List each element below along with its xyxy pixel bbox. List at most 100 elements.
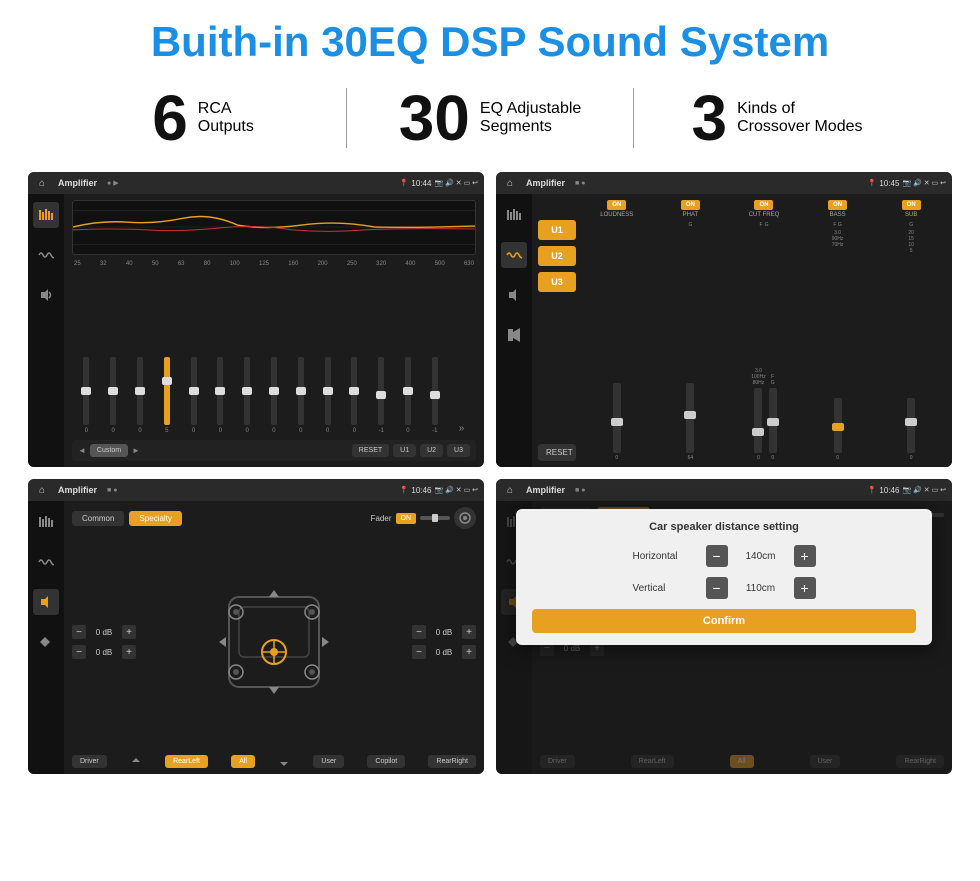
fader-btn-user[interactable]: User bbox=[313, 755, 344, 768]
stats-row: 6 RCA Outputs 30 EQ Adjustable Segments … bbox=[0, 76, 980, 164]
home-icon[interactable]: ⌂ bbox=[34, 175, 50, 191]
vertical-minus-btn[interactable]: − bbox=[706, 577, 728, 599]
spk-ctrl-br: − 0 dB + bbox=[412, 645, 476, 659]
distance-status-icons: 📍 10:46 📷 🔊 ✕ ▭ ↩ bbox=[868, 486, 946, 495]
eq-sidebar-volume-icon[interactable] bbox=[33, 282, 59, 308]
eq-graph bbox=[72, 200, 476, 255]
vertical-plus-btn[interactable]: + bbox=[794, 577, 816, 599]
crossover-u1-btn[interactable]: U1 bbox=[538, 220, 576, 240]
screen-distance: ⌂ Amplifier ■ ● 📍 10:46 📷 🔊 ✕ ▭ ↩ bbox=[496, 479, 952, 774]
crossover-main-panel: U1 U2 U3 RESET ON LOUDNESS bbox=[532, 194, 952, 467]
crossover-home-icon[interactable]: ⌂ bbox=[502, 175, 518, 191]
stat-rca-number: 6 bbox=[152, 86, 188, 150]
eq-slider-10: 0 bbox=[342, 357, 367, 434]
fader-bottom-btns: Driver RearLeft All User Copilot RearRig… bbox=[72, 755, 476, 768]
eq-prev-arrow[interactable]: ◄ bbox=[78, 446, 86, 455]
eq-u3-btn[interactable]: U3 bbox=[447, 444, 470, 457]
spk-minus-br[interactable]: − bbox=[412, 645, 426, 659]
spk-plus-tl[interactable]: + bbox=[122, 625, 136, 639]
fader-right-controls: − 0 dB + − 0 dB + bbox=[412, 625, 476, 659]
fader-home-icon[interactable]: ⌂ bbox=[34, 482, 50, 498]
ch-cutfreq-on[interactable]: ON bbox=[754, 200, 773, 210]
fader-btn-copilot[interactable]: Copilot bbox=[367, 755, 405, 768]
fader-btn-all[interactable]: All bbox=[231, 755, 255, 768]
stat-rca: 6 RCA Outputs bbox=[60, 86, 346, 150]
crossover-status-icons: 📍 10:45 📷 🔊 ✕ ▭ ↩ bbox=[868, 179, 946, 188]
fader-sidebar-vol-icon[interactable] bbox=[33, 589, 59, 615]
eq-app-title: Amplifier bbox=[58, 178, 97, 188]
confirm-button[interactable]: Confirm bbox=[532, 609, 916, 633]
spk-ctrl-tl: − 0 dB + bbox=[72, 625, 136, 639]
eq-slider-8: 0 bbox=[288, 357, 313, 434]
crossover-u3-btn[interactable]: U3 bbox=[538, 272, 576, 292]
crossover-app-title: Amplifier bbox=[526, 178, 565, 188]
spk-ctrl-tr: − 0 dB + bbox=[412, 625, 476, 639]
crossover-sidebar-vol-icon[interactable] bbox=[501, 282, 527, 308]
fader-btn-rearright[interactable]: RearRight bbox=[428, 755, 476, 768]
crossover-sidebar-active-icon[interactable] bbox=[501, 242, 527, 268]
page-title: Buith-in 30EQ DSP Sound System bbox=[0, 18, 980, 66]
eq-u2-btn[interactable]: U2 bbox=[420, 444, 443, 457]
eq-screen-content: 25 32 40 50 63 80 100 125 160 200 250 32… bbox=[28, 194, 484, 467]
eq-reset-btn[interactable]: RESET bbox=[352, 444, 389, 457]
ch-loudness-on[interactable]: ON bbox=[607, 200, 626, 210]
stat-eq-number: 30 bbox=[399, 86, 470, 150]
car-diagram-wrap bbox=[142, 577, 406, 707]
fader-sidebar-expand-icon[interactable] bbox=[33, 629, 59, 655]
eq-sliders: 0 0 0 5 0 bbox=[72, 271, 476, 434]
eq-slider-12: 0 bbox=[396, 357, 421, 434]
fader-tabs-row: Common Specialty Fader ON bbox=[72, 507, 476, 529]
crossover-sidebar-eq-icon[interactable] bbox=[501, 202, 527, 228]
eq-status-icons: 📍 10:44 📷 🔊 ✕ ▭ ↩ bbox=[400, 179, 478, 188]
fader-left-controls: − 0 dB + − 0 dB + bbox=[72, 625, 136, 659]
ch-phat: ON PHAT G 64 bbox=[656, 200, 726, 461]
eq-sidebar bbox=[28, 194, 64, 467]
eq-slider-0: 0 bbox=[74, 357, 99, 434]
tab-specialty[interactable]: Specialty bbox=[129, 511, 181, 526]
distance-home-icon[interactable]: ⌂ bbox=[502, 482, 518, 498]
distance-vertical-row: Vertical − 110cm + bbox=[532, 577, 916, 599]
ch-sub-on[interactable]: ON bbox=[902, 200, 921, 210]
ch-loudness: ON LOUDNESS 0 bbox=[582, 200, 652, 461]
eq-slider-3: 5 bbox=[154, 357, 179, 434]
crossover-reset-btn[interactable]: RESET bbox=[538, 444, 576, 461]
spk-minus-bl[interactable]: − bbox=[72, 645, 86, 659]
horizontal-plus-btn[interactable]: + bbox=[794, 545, 816, 567]
fader-sidebar-wave-icon[interactable] bbox=[33, 549, 59, 575]
eq-sidebar-eq-icon[interactable] bbox=[33, 202, 59, 228]
fader-btn-driver[interactable]: Driver bbox=[72, 755, 107, 768]
eq-slider-5: 0 bbox=[208, 357, 233, 434]
eq-slider-9: 0 bbox=[315, 357, 340, 434]
fader-on-btn[interactable]: ON bbox=[396, 513, 417, 524]
crossover-u-buttons: U1 U2 U3 RESET bbox=[538, 200, 576, 461]
stat-eq: 30 EQ Adjustable Segments bbox=[347, 86, 633, 150]
ch-phat-on[interactable]: ON bbox=[681, 200, 700, 210]
tab-common[interactable]: Common bbox=[72, 511, 124, 526]
horizontal-minus-btn[interactable]: − bbox=[706, 545, 728, 567]
fader-sidebar-eq-icon[interactable] bbox=[33, 509, 59, 535]
crossover-u2-btn[interactable]: U2 bbox=[538, 246, 576, 266]
spk-minus-tr[interactable]: − bbox=[412, 625, 426, 639]
eq-slider-more: » bbox=[449, 423, 474, 434]
stat-crossover: 3 Kinds of Crossover Modes bbox=[634, 86, 920, 150]
spk-minus-tl[interactable]: − bbox=[72, 625, 86, 639]
ch-bass-on[interactable]: ON bbox=[828, 200, 847, 210]
spk-ctrl-bl: − 0 dB + bbox=[72, 645, 136, 659]
eq-slider-4: 0 bbox=[181, 357, 206, 434]
fader-app-title: Amplifier bbox=[58, 485, 97, 495]
eq-sidebar-wave-icon[interactable] bbox=[33, 242, 59, 268]
eq-slider-7: 0 bbox=[262, 357, 287, 434]
eq-next-arrow[interactable]: ► bbox=[132, 446, 140, 455]
crossover-sidebar-speaker-icon[interactable] bbox=[501, 322, 527, 348]
spk-plus-tr[interactable]: + bbox=[462, 625, 476, 639]
eq-preset-custom[interactable]: Custom bbox=[90, 444, 128, 457]
spk-plus-br[interactable]: + bbox=[462, 645, 476, 659]
crossover-screen-content: U1 U2 U3 RESET ON LOUDNESS bbox=[496, 194, 952, 467]
eq-slider-13: -1 bbox=[422, 357, 447, 434]
stat-crossover-number: 3 bbox=[692, 86, 728, 150]
spk-plus-bl[interactable]: + bbox=[122, 645, 136, 659]
distance-dialog-title: Car speaker distance setting bbox=[532, 521, 916, 533]
eq-u1-btn[interactable]: U1 bbox=[393, 444, 416, 457]
stat-eq-text: EQ Adjustable Segments bbox=[480, 100, 581, 136]
fader-btn-rearleft[interactable]: RearLeft bbox=[165, 755, 208, 768]
